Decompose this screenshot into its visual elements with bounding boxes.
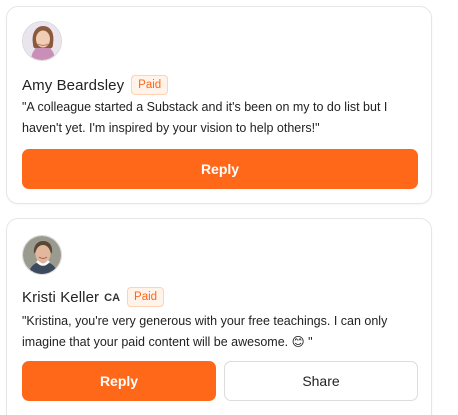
- reply-button[interactable]: Reply: [22, 149, 418, 189]
- avatar-kristi[interactable]: [22, 235, 62, 275]
- author-row: Amy Beardsley Paid: [22, 74, 169, 96]
- comment-card-amy: Amy Beardsley Paid "A colleague started …: [6, 6, 432, 204]
- share-button[interactable]: Share: [224, 361, 418, 401]
- country-code: CA: [104, 292, 121, 304]
- comment-card-kristi: Kristi Keller CA Paid "Kristina, you're …: [6, 218, 432, 415]
- comment-text: "A colleague started a Substack and it's…: [22, 100, 388, 135]
- reply-button[interactable]: Reply: [22, 361, 216, 401]
- author-name[interactable]: Amy Beardsley: [22, 77, 124, 94]
- paid-badge: Paid: [131, 75, 169, 95]
- avatar-amy[interactable]: [22, 21, 62, 61]
- paid-badge: Paid: [127, 287, 165, 307]
- author-row: Kristi Keller CA Paid: [22, 286, 165, 308]
- author-name[interactable]: Kristi Keller: [22, 289, 99, 306]
- comment-text: "Kristina, you're very generous with you…: [22, 314, 388, 349]
